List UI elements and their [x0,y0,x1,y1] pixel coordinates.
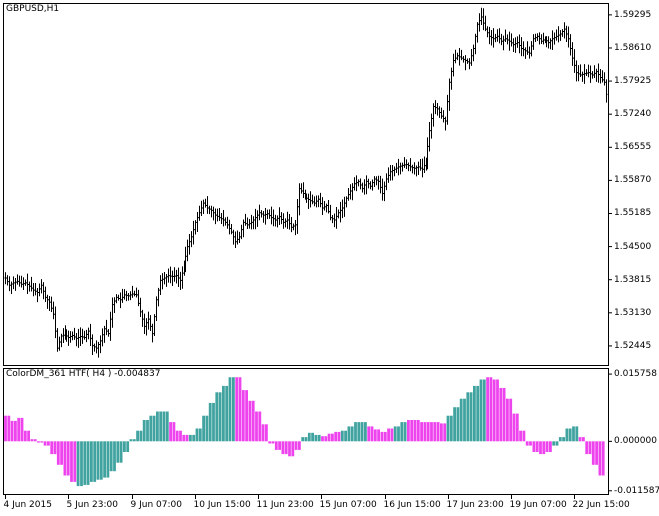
main-panel-frame [3,3,609,366]
price-tick-label: 1.53815 [614,274,652,285]
time-tick-label: 16 Jun 15:00 [383,500,441,510]
chart-window[interactable]: GBPUSD,H1 ColorDM_361 HTF( H4 ) -0.00483… [0,0,659,516]
chart-canvas[interactable] [0,0,659,516]
symbol-title: GBPUSD,H1 [6,4,60,14]
indicator-tick-label: 0.015758 [614,369,657,380]
time-tick-label: 5 Jun 23:00 [66,500,118,510]
time-tick-label: 19 Jun 07:00 [509,500,567,510]
price-tick-label: 1.54500 [614,241,652,252]
price-tick-label: 1.55185 [614,208,652,219]
price-tick-label: 1.53130 [614,307,652,318]
indicator-tick-label: 0.000000 [614,436,657,447]
time-tick-label: 17 Jun 23:00 [446,500,504,510]
price-tick-label: 1.55870 [614,175,652,186]
price-tick-label: 1.57925 [614,76,652,87]
time-tick-label: 11 Jun 23:00 [256,500,314,510]
price-tick-label: 1.58610 [614,42,652,53]
indicator-title: ColorDM_361 HTF( H4 ) -0.004837 [6,369,161,379]
price-tick-label: 1.59295 [614,9,652,20]
time-tick-label: 4 Jun 2015 [3,500,52,510]
indicator-tick-label: -0.011587 [614,485,659,496]
time-tick-label: 22 Jun 15:00 [572,500,630,510]
time-tick-label: 15 Jun 07:00 [319,500,377,510]
time-tick-label: 10 Jun 15:00 [193,500,251,510]
price-tick-label: 1.57240 [614,109,652,120]
price-tick-label: 1.56555 [614,142,652,153]
price-tick-label: 1.52445 [614,340,652,351]
time-tick-label: 9 Jun 07:00 [130,500,182,510]
